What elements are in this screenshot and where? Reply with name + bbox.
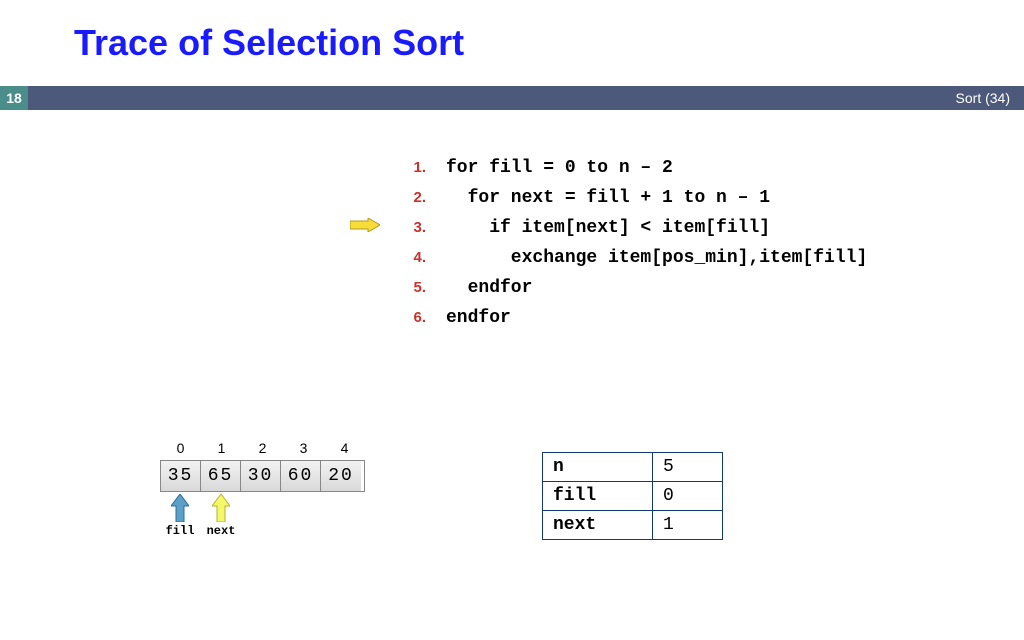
code-line-text: if item[next] < item[fill] <box>446 218 770 238</box>
var-value: 0 <box>653 482 723 511</box>
pointer-label: next <box>207 524 236 538</box>
var-value: 1 <box>653 511 723 540</box>
array-index: 2 <box>242 440 283 456</box>
var-value: 5 <box>653 453 723 482</box>
array-pointer-row: fill next <box>160 492 365 544</box>
var-name: n <box>543 453 653 482</box>
pseudocode-block: 1. for fill = 0 to n – 2 2. for next = fil… <box>390 158 867 338</box>
code-line: 1. for fill = 0 to n – 2 <box>390 158 867 178</box>
code-line: 4. exchange item[pos_min],item[fill] <box>390 248 867 268</box>
variable-table: n5fill0next1 <box>542 452 723 540</box>
array-index: 0 <box>160 440 201 456</box>
slide-title: Trace of Selection Sort <box>74 22 464 64</box>
array-pointer-fill: fill <box>160 494 200 538</box>
code-line-text: for fill = 0 to n – 2 <box>446 158 673 178</box>
code-line-number: 4. <box>390 249 426 266</box>
up-arrow-icon <box>212 494 230 522</box>
table-row: fill0 <box>543 482 723 511</box>
array-cell: 60 <box>281 461 321 491</box>
chapter-label: Sort (34) <box>956 86 1010 110</box>
code-line-text: for next = fill + 1 to n – 1 <box>446 188 770 208</box>
table-row: n5 <box>543 453 723 482</box>
pointer-label: fill <box>166 524 195 538</box>
table-row: next1 <box>543 511 723 540</box>
array-cells-row: 3565306020 <box>160 460 365 492</box>
array-cell: 30 <box>241 461 281 491</box>
code-line: 6. endfor <box>390 308 867 328</box>
code-line-number: 2. <box>390 189 426 206</box>
code-line: 3. if item[next] < item[fill] <box>390 218 867 238</box>
array-visualization: 01234 3565306020 fillnext <box>160 440 365 544</box>
code-line-number: 5. <box>390 279 426 296</box>
array-index: 3 <box>283 440 324 456</box>
array-index-row: 01234 <box>160 440 365 460</box>
var-name: next <box>543 511 653 540</box>
array-cell: 65 <box>201 461 241 491</box>
array-cell: 35 <box>161 461 201 491</box>
code-line: 2. for next = fill + 1 to n – 1 <box>390 188 867 208</box>
code-line: 5. endfor <box>390 278 867 298</box>
code-line-text: endfor <box>446 278 532 298</box>
up-arrow-icon <box>171 494 189 522</box>
code-line-text: exchange item[pos_min],item[fill] <box>446 248 867 268</box>
slide-number-badge: 18 <box>0 86 28 110</box>
array-pointer-next: next <box>201 494 241 538</box>
code-line-number: 1. <box>390 159 426 176</box>
var-name: fill <box>543 482 653 511</box>
code-line-number: 6. <box>390 309 426 326</box>
array-cell: 20 <box>321 461 361 491</box>
array-index: 1 <box>201 440 242 456</box>
current-line-marker-icon <box>350 218 380 232</box>
code-line-text: endfor <box>446 308 511 328</box>
code-line-number: 3. <box>390 219 426 236</box>
array-index: 4 <box>324 440 365 456</box>
header-bar <box>28 86 1024 110</box>
